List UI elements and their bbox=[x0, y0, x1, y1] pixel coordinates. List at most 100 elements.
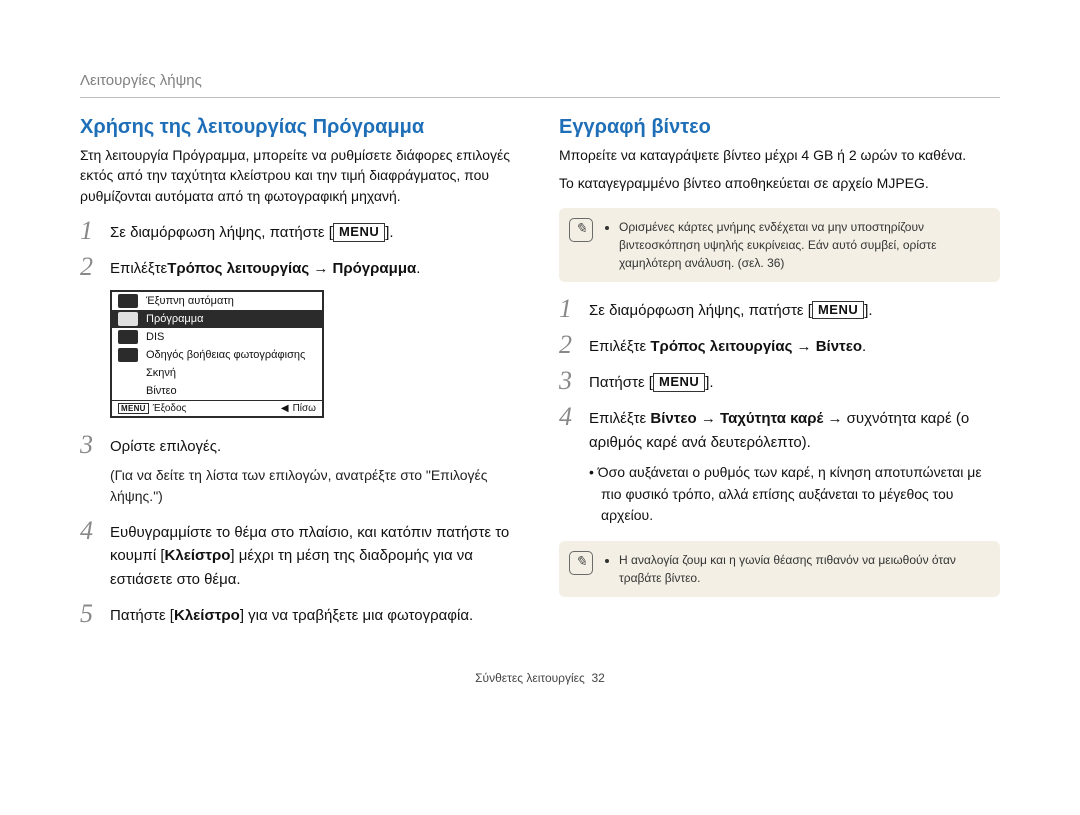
columns: Χρήσης της λειτουργίας Πρόγραμμα Στη λει… bbox=[80, 116, 1000, 637]
text: Επιλέξτε bbox=[110, 260, 167, 277]
right-steps: 1 Σε διαμόρφωση λήψης, πατήστε [MENU]. 2… bbox=[559, 296, 1000, 527]
note-content: Ορισμένες κάρτες μνήμης ενδέχεται να μην… bbox=[605, 218, 986, 272]
menu-badge: MENU bbox=[812, 301, 864, 320]
left-step-5: 5 Πατήστε [Κλείστρο] για να τραβήξετε μι… bbox=[80, 601, 521, 627]
page-number: 32 bbox=[591, 671, 604, 685]
text: . bbox=[862, 338, 866, 355]
menu-row: Σκηνή bbox=[112, 364, 322, 382]
footer-label: Σύνθετες λειτουργίες bbox=[475, 671, 585, 685]
step-number: 1 bbox=[80, 218, 110, 244]
step-number: 5 bbox=[80, 601, 110, 627]
menu-badge: MENU bbox=[653, 373, 705, 392]
bullet: • Όσο αυξάνεται ο ρυθμός των καρέ, η κίν… bbox=[589, 462, 1000, 527]
text: ]. bbox=[864, 302, 872, 319]
breadcrumb: Λειτουργίες λήψης bbox=[80, 72, 1000, 98]
bold-text: Τρόπος λειτουργίας → Πρόγραμμα bbox=[167, 260, 416, 277]
camera-menu-screenshot: Έξυπνη αυτόματη Πρόγραμμα DIS Οδηγός βοή… bbox=[110, 290, 324, 418]
step-text: Σε διαμόρφωση λήψης, πατήστε [MENU]. bbox=[589, 296, 1000, 322]
note-item: Ορισμένες κάρτες μνήμης ενδέχεται να μην… bbox=[619, 218, 986, 272]
right-step-2: 2 Επιλέξτε Τρόπος λειτουργίας → Βίντεο. bbox=[559, 332, 1000, 358]
step-text: Πατήστε [MENU]. bbox=[589, 368, 1000, 394]
text: ]. bbox=[705, 374, 713, 391]
bold-text: Κλείστρο bbox=[174, 607, 240, 624]
menu-row-selected: Πρόγραμμα bbox=[112, 310, 322, 328]
menu-item-label: Οδηγός βοήθειας φωτογράφισης bbox=[146, 349, 305, 361]
note-box-2: ✎ Η αναλογία ζουμ και η γωνία θέασης πιθ… bbox=[559, 541, 1000, 597]
step-text: Επιλέξτε Βίντεο → Ταχύτητα καρέ → συχνότ… bbox=[589, 404, 1000, 527]
right-intro2: Το καταγεγραμμένο βίντεο αποθηκεύεται σε… bbox=[559, 173, 1000, 193]
step-number: 3 bbox=[80, 432, 110, 458]
note-content: Η αναλογία ζουμ και η γωνία θέασης πιθαν… bbox=[605, 551, 986, 587]
text: Επιλέξτε bbox=[589, 410, 650, 427]
left-step-2: 2 ΕπιλέξτεΤρόπος λειτουργίας → Πρόγραμμα… bbox=[80, 254, 521, 280]
note-icon: ✎ bbox=[569, 551, 593, 575]
text: Όσο αυξάνεται ο ρυθμός των καρέ, η κίνησ… bbox=[598, 464, 982, 523]
menu-footer-left: MENU Έξοδος bbox=[118, 403, 186, 414]
right-step-1: 1 Σε διαμόρφωση λήψης, πατήστε [MENU]. bbox=[559, 296, 1000, 322]
left-step-4: 4 Ευθυγραμμίστε το θέμα στο πλαίσιο, και… bbox=[80, 518, 521, 591]
menu-item-label: Πρόγραμμα bbox=[146, 313, 203, 325]
mode-icon bbox=[118, 330, 138, 344]
note-box-1: ✎ Ορισμένες κάρτες μνήμης ενδέχεται να μ… bbox=[559, 208, 1000, 282]
step-text: Επιλέξτε Τρόπος λειτουργίας → Βίντεο. bbox=[589, 332, 1000, 358]
right-title: Εγγραφή βίντεο bbox=[559, 116, 1000, 139]
right-step-3: 3 Πατήστε [MENU]. bbox=[559, 368, 1000, 394]
menu-row: Έξυπνη αυτόματη bbox=[112, 292, 322, 310]
left-intro: Στη λειτουργία Πρόγραμμα, μπορείτε να ρυ… bbox=[80, 145, 521, 206]
step-number: 4 bbox=[559, 404, 589, 430]
menu-footer-right: ◀ Πίσω bbox=[281, 403, 316, 414]
step-number: 2 bbox=[559, 332, 589, 358]
right-column: Εγγραφή βίντεο Μπορείτε να καταγράψετε β… bbox=[559, 116, 1000, 637]
text: Έξοδος bbox=[153, 403, 187, 414]
mode-icon bbox=[118, 348, 138, 362]
step-text: Πατήστε [Κλείστρο] για να τραβήξετε μια … bbox=[110, 601, 521, 627]
step-text: Σε διαμόρφωση λήψης, πατήστε [MENU]. bbox=[110, 218, 521, 244]
sub-text: (Για να δείτε τη λίστα των επιλογών, ανα… bbox=[110, 465, 521, 508]
page: Λειτουργίες λήψης Χρήσης της λειτουργίας… bbox=[0, 0, 1080, 725]
page-footer: Σύνθετες λειτουργίες 32 bbox=[80, 671, 1000, 685]
right-step-4: 4 Επιλέξτε Βίντεο → Ταχύτητα καρέ → συχν… bbox=[559, 404, 1000, 527]
step-number: 2 bbox=[80, 254, 110, 280]
left-steps: 1 Σε διαμόρφωση λήψης, πατήστε [MENU]. 2… bbox=[80, 218, 521, 627]
chevron-left-icon: ◀ bbox=[281, 403, 289, 414]
menu-item-label: DIS bbox=[146, 331, 164, 343]
step-number: 3 bbox=[559, 368, 589, 394]
step-text: Ευθυγραμμίστε το θέμα στο πλαίσιο, και κ… bbox=[110, 518, 521, 591]
menu-mini-badge: MENU bbox=[118, 403, 149, 414]
mode-icon bbox=[118, 384, 138, 398]
text: . bbox=[416, 260, 420, 277]
step-number: 4 bbox=[80, 518, 110, 544]
bold-text: Βίντεο → Ταχύτητα καρέ bbox=[650, 410, 823, 427]
mode-icon bbox=[118, 312, 138, 326]
right-intro1: Μπορείτε να καταγράψετε βίντεο μέχρι 4 G… bbox=[559, 145, 1000, 165]
text: Πίσω bbox=[293, 403, 316, 414]
left-step-1: 1 Σε διαμόρφωση λήψης, πατήστε [MENU]. bbox=[80, 218, 521, 244]
menu-row: Οδηγός βοήθειας φωτογράφισης bbox=[112, 346, 322, 364]
menu-footer: MENU Έξοδος ◀ Πίσω bbox=[112, 400, 322, 416]
left-column: Χρήσης της λειτουργίας Πρόγραμμα Στη λει… bbox=[80, 116, 521, 637]
mode-icon bbox=[118, 294, 138, 308]
text: Σε διαμόρφωση λήψης, πατήστε [ bbox=[110, 224, 333, 241]
text: ]. bbox=[385, 224, 393, 241]
menu-badge: MENU bbox=[333, 223, 385, 242]
text: Πατήστε [ bbox=[589, 374, 653, 391]
text: ] για να τραβήξετε μια φωτογραφία. bbox=[240, 607, 473, 624]
note-icon: ✎ bbox=[569, 218, 593, 242]
menu-row: Βίντεο bbox=[112, 382, 322, 400]
menu-item-label: Έξυπνη αυτόματη bbox=[146, 295, 234, 307]
bold-text: Τρόπος λειτουργίας → Βίντεο bbox=[650, 338, 862, 355]
menu-item-label: Βίντεο bbox=[146, 385, 177, 397]
menu-item-label: Σκηνή bbox=[146, 367, 176, 379]
text: Ορίστε επιλογές. bbox=[110, 438, 221, 455]
step-text: ΕπιλέξτεΤρόπος λειτουργίας → Πρόγραμμα. bbox=[110, 254, 521, 280]
left-title: Χρήσης της λειτουργίας Πρόγραμμα bbox=[80, 116, 521, 139]
left-step-3: 3 Ορίστε επιλογές. (Για να δείτε τη λίστ… bbox=[80, 432, 521, 508]
mode-icon bbox=[118, 366, 138, 380]
text: Επιλέξτε bbox=[589, 338, 650, 355]
note-item: Η αναλογία ζουμ και η γωνία θέασης πιθαν… bbox=[619, 551, 986, 587]
text: Σε διαμόρφωση λήψης, πατήστε [ bbox=[589, 302, 812, 319]
menu-row: DIS bbox=[112, 328, 322, 346]
text: Πατήστε [ bbox=[110, 607, 174, 624]
step-text: Ορίστε επιλογές. (Για να δείτε τη λίστα … bbox=[110, 432, 521, 508]
step-number: 1 bbox=[559, 296, 589, 322]
